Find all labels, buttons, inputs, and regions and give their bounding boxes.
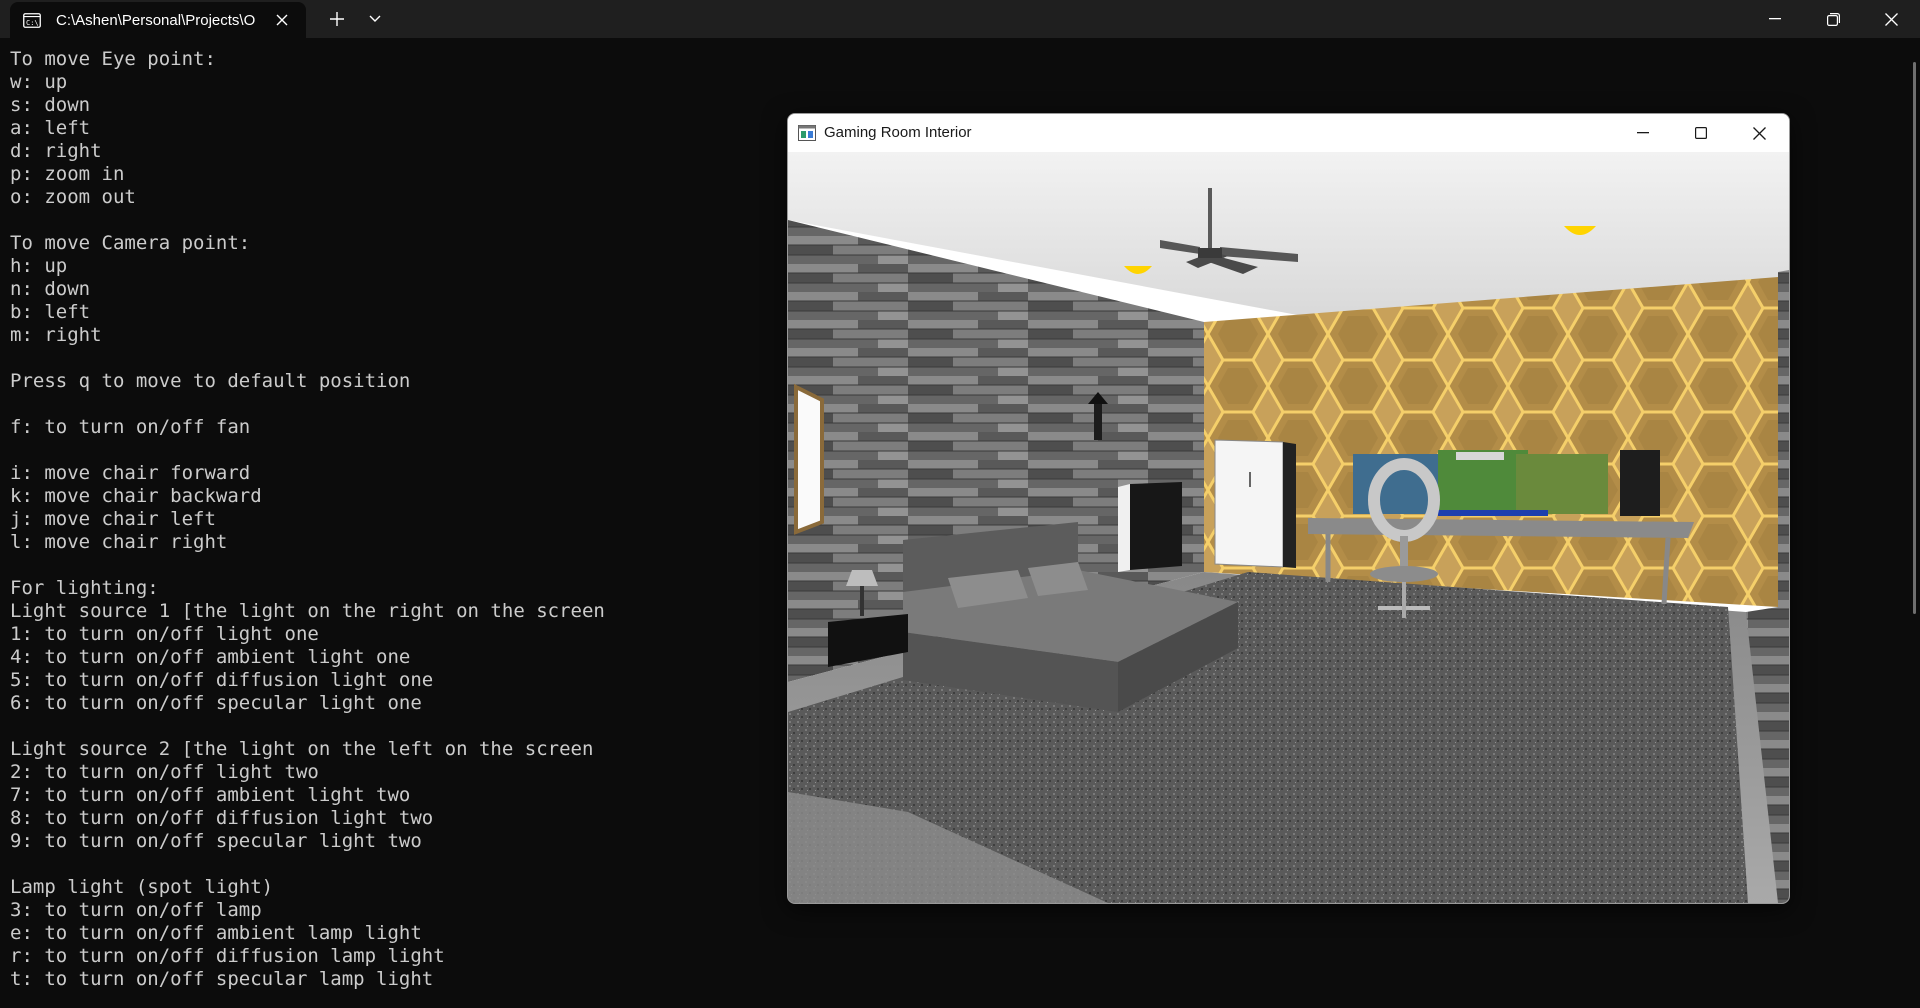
terminal-tab[interactable]: C:\ C:\Ashen\Personal\Projects\O [10, 2, 306, 38]
opengl-app-icon [798, 125, 816, 141]
terminal-line: p: zoom in [10, 163, 125, 185]
dresser [1130, 482, 1182, 570]
terminal-line: k: move chair backward [10, 485, 262, 507]
fan-hub [1198, 248, 1222, 258]
restore-icon[interactable] [1804, 0, 1862, 38]
chevron-down-icon[interactable] [364, 8, 386, 30]
terminal-line: m: right [10, 324, 102, 346]
terminal-line: e: to turn on/off ambient lamp light [10, 922, 422, 944]
dresser-side [1118, 484, 1130, 572]
terminal-line: For lighting: [10, 577, 159, 599]
terminal-icon: C:\ [22, 12, 42, 28]
terminal-line: Press q to move to default position [10, 370, 411, 392]
terminal-line: r: to turn on/off diffusion lamp light [10, 945, 445, 967]
chair-seat [1370, 566, 1438, 582]
terminal-line: t: to turn on/off specular lamp light [10, 968, 434, 990]
lamp-stand [860, 586, 864, 616]
wall-lamp-stem [1094, 404, 1102, 440]
pillow [1028, 562, 1088, 596]
terminal-line: 5: to turn on/off diffusion light one [10, 669, 434, 691]
game-logo [1456, 452, 1504, 460]
gl-window-title: Gaming Room Interior [824, 124, 972, 141]
terminal-line: w: up [10, 71, 68, 93]
tab-close-icon[interactable] [272, 10, 292, 30]
gl-minimize-icon[interactable] [1614, 114, 1672, 152]
terminal-line: d: right [10, 140, 102, 162]
terminal-line: f: to turn on/off fan [10, 416, 251, 438]
terminal-line: To move Eye point: [10, 48, 216, 70]
terminal-titlebar: C:\ C:\Ashen\Personal\Projects\O [0, 0, 1920, 38]
terminal-line: n: down [10, 278, 91, 300]
monitor-right [1516, 454, 1608, 514]
gl-render-canvas[interactable] [788, 152, 1789, 903]
gaming-room-window[interactable]: Gaming Room Interior [787, 113, 1790, 904]
terminal-line: 7: to turn on/off ambient light two [10, 784, 411, 806]
terminal-line: 4: to turn on/off ambient light one [10, 646, 411, 668]
pc-tower [1620, 450, 1660, 516]
gl-maximize-icon[interactable] [1672, 114, 1730, 152]
terminal-line: 9: to turn on/off specular light two [10, 830, 422, 852]
gl-window-titlebar[interactable]: Gaming Room Interior [788, 114, 1789, 152]
terminal-line: Light source 2 [the light on the left on… [10, 738, 594, 760]
terminal-line: 6: to turn on/off specular light one [10, 692, 422, 714]
minimize-icon[interactable] [1746, 0, 1804, 38]
terminal-line: 1: to turn on/off light one [10, 623, 319, 645]
left-window [794, 383, 824, 535]
terminal-line: a: left [10, 117, 91, 139]
wardrobe [1214, 439, 1284, 568]
terminal-line: 8: to turn on/off diffusion light two [10, 807, 434, 829]
svg-text:C:\: C:\ [26, 19, 39, 27]
terminal-line: Lamp light (spot light) [10, 876, 274, 898]
terminal-line: j: move chair left [10, 508, 216, 530]
terminal-line: o: zoom out [10, 186, 136, 208]
terminal-line: b: left [10, 301, 91, 323]
terminal-output[interactable]: To move Eye point: w: up s: down a: left… [10, 48, 605, 991]
wardrobe-side [1283, 442, 1296, 568]
terminal-line: l: move chair right [10, 531, 228, 553]
terminal-line: To move Camera point: [10, 232, 251, 254]
keyboard [1438, 510, 1548, 516]
terminal-line: 2: to turn on/off light two [10, 761, 319, 783]
terminal-line: 3: to turn on/off lamp [10, 899, 262, 921]
new-tab-plus-icon[interactable] [326, 8, 348, 30]
close-window-icon[interactable] [1862, 0, 1920, 38]
terminal-line: Light source 1 [the light on the right o… [10, 600, 605, 622]
terminal-line: s: down [10, 94, 91, 116]
gl-close-icon[interactable] [1730, 114, 1788, 152]
terminal-scrollbar-thumb[interactable] [1913, 62, 1916, 614]
tab-title: C:\Ashen\Personal\Projects\O [56, 11, 256, 29]
terminal-line: h: up [10, 255, 68, 277]
terminal-line: i: move chair forward [10, 462, 251, 484]
